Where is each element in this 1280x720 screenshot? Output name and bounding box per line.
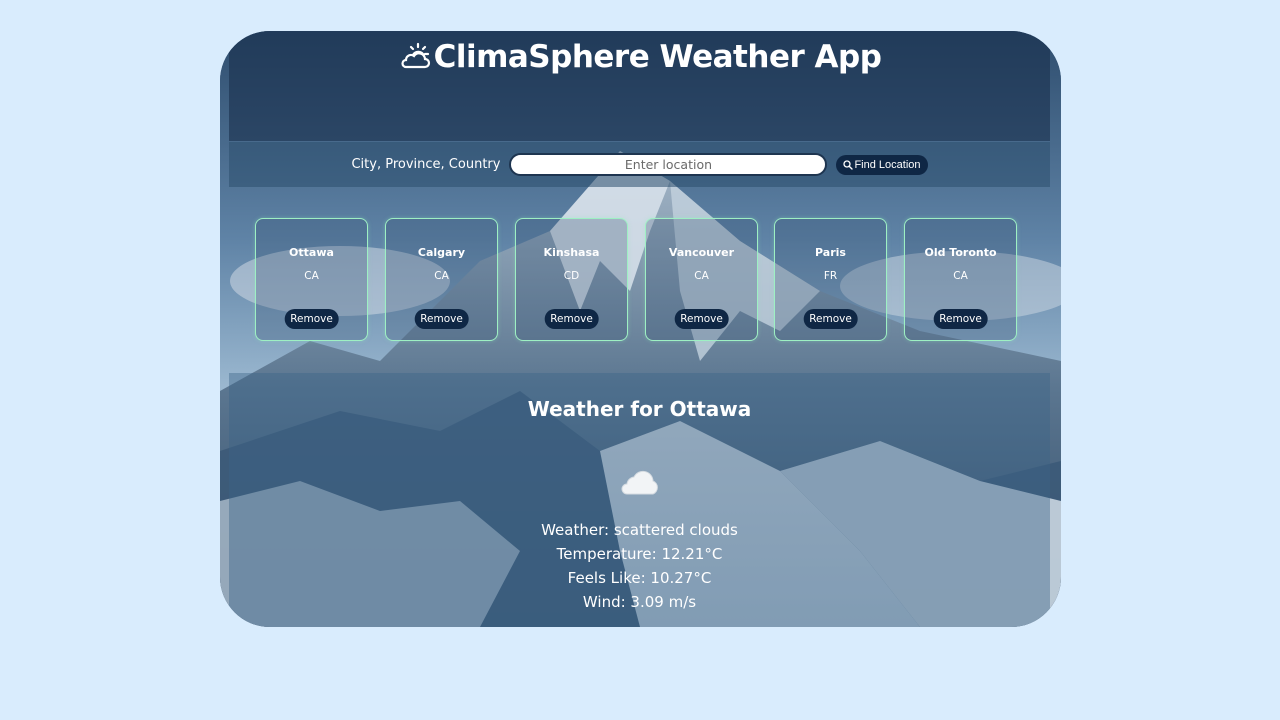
weather-feels-like: Feels Like: 10.27°C: [567, 569, 712, 587]
location-card[interactable]: Old Toronto CA Remove: [904, 218, 1017, 341]
card-city: Kinshasa: [543, 246, 600, 259]
card-city: Old Toronto: [924, 246, 997, 259]
saved-locations-list: Ottawa CA Remove Calgary CA Remove Kinsh…: [255, 218, 1017, 341]
search-label: City, Province, Country: [351, 157, 501, 172]
remove-button[interactable]: Remove: [803, 309, 858, 329]
weather-temperature: Temperature: 12.21°C: [556, 545, 723, 563]
card-city: Calgary: [417, 246, 466, 259]
location-card[interactable]: Paris FR Remove: [774, 218, 887, 341]
remove-button[interactable]: Remove: [414, 309, 469, 329]
search-icon: [843, 159, 854, 170]
app-header: ClimaSphere Weather App: [220, 37, 1061, 77]
location-card[interactable]: Ottawa CA Remove: [255, 218, 368, 341]
remove-button[interactable]: Remove: [933, 309, 988, 329]
card-city: Ottawa: [289, 246, 334, 259]
location-input[interactable]: [509, 153, 828, 176]
remove-button[interactable]: Remove: [544, 309, 599, 329]
card-country: CA: [694, 270, 709, 282]
weather-readings: Weather: scattered clouds Temperature: 1…: [229, 518, 1050, 614]
remove-button[interactable]: Remove: [674, 309, 729, 329]
card-city: Vancouver: [668, 246, 735, 259]
weather-condition: Weather: scattered clouds: [541, 521, 738, 539]
location-search-bar: City, Province, Country Find Location: [229, 142, 1050, 187]
find-location-label: Find Location: [854, 158, 921, 171]
weather-heading: Weather for Ottawa: [527, 397, 752, 421]
sun-cloud-icon: [400, 42, 430, 69]
weather-app-window: ClimaSphere Weather App City, Province, …: [220, 31, 1061, 627]
weather-wind: Wind: 3.09 m/s: [582, 593, 697, 611]
card-country: CD: [563, 270, 580, 282]
weather-details-panel: Weather for Ottawa Weather: scattered cl…: [229, 373, 1050, 627]
card-country: CA: [304, 270, 319, 282]
find-location-button[interactable]: Find Location: [836, 154, 928, 175]
location-card[interactable]: Calgary CA Remove: [385, 218, 498, 341]
app-title: ClimaSphere Weather App: [433, 39, 882, 75]
card-city: Paris: [815, 246, 846, 259]
location-card[interactable]: Vancouver CA Remove: [645, 218, 758, 341]
card-country: FR: [823, 270, 838, 282]
remove-button[interactable]: Remove: [284, 309, 339, 329]
location-card[interactable]: Kinshasa CD Remove: [515, 218, 628, 341]
card-country: CA: [953, 270, 968, 282]
cloud-icon: [621, 470, 658, 495]
card-country: CA: [434, 270, 449, 282]
